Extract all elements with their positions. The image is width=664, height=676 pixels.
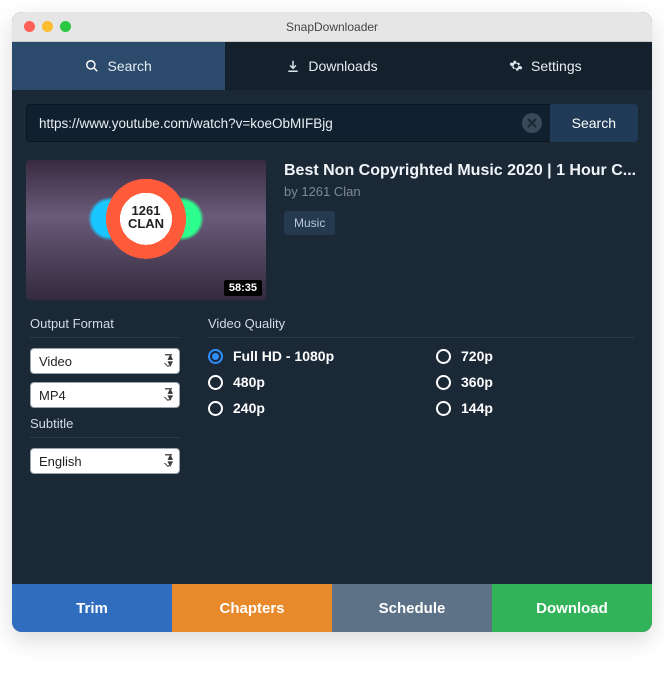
quality-option[interactable]: 720p <box>436 348 634 364</box>
output-format-label: Output Format <box>30 316 180 331</box>
radio-icon <box>208 349 223 364</box>
schedule-button[interactable]: Schedule <box>332 584 492 632</box>
tab-downloads-label: Downloads <box>308 58 377 74</box>
quality-option-label: 480p <box>233 374 265 390</box>
download-icon <box>286 59 300 73</box>
url-input[interactable] <box>26 104 550 142</box>
quality-option-label: 240p <box>233 400 265 416</box>
quality-option[interactable]: 144p <box>436 400 634 416</box>
quality-option-label: 720p <box>461 348 493 364</box>
window-title: SnapDownloader <box>12 20 652 34</box>
quality-option[interactable]: 480p <box>208 374 406 390</box>
subtitle-select[interactable]: English ▴▾ <box>30 448 180 474</box>
video-quality-label: Video Quality <box>208 316 634 331</box>
titlebar: SnapDownloader <box>12 12 652 42</box>
quality-option-label: 144p <box>461 400 493 416</box>
video-duration: 58:35 <box>224 280 262 296</box>
search-bar: Search <box>26 104 638 142</box>
chevron-updown-icon: ▴▾ <box>167 388 173 402</box>
download-button[interactable]: Download <box>492 584 652 632</box>
thumbnail-logo-line2: CLAN <box>26 217 266 230</box>
search-icon <box>85 59 99 73</box>
options-panel: Output Format Video ▴▾ MP4 ▴▾ Subtitle E… <box>12 308 652 482</box>
close-icon <box>527 118 537 128</box>
subtitle-label: Subtitle <box>30 416 180 431</box>
video-title: Best Non Copyrighted Music 2020 | 1 Hour… <box>284 162 638 180</box>
chapters-button[interactable]: Chapters <box>172 584 332 632</box>
radio-icon <box>436 375 451 390</box>
chevron-updown-icon: ▴▾ <box>167 354 173 368</box>
quality-option[interactable]: 360p <box>436 374 634 390</box>
video-result: 1261 CLAN 58:35 Best Non Copyrighted Mus… <box>12 142 652 308</box>
chevron-updown-icon: ▴▾ <box>167 454 173 468</box>
tab-search[interactable]: Search <box>12 42 225 90</box>
search-button[interactable]: Search <box>550 104 638 142</box>
output-type-select[interactable]: Video ▴▾ <box>30 348 180 374</box>
action-bar: Trim Chapters Schedule Download <box>12 584 652 632</box>
quality-option[interactable]: 240p <box>208 400 406 416</box>
radio-icon <box>436 401 451 416</box>
app-window: SnapDownloader Search Downloads Settings… <box>12 12 652 632</box>
main-tabs: Search Downloads Settings <box>12 42 652 90</box>
quality-option-label: Full HD - 1080p <box>233 348 334 364</box>
gear-icon <box>509 59 523 73</box>
radio-icon <box>436 349 451 364</box>
output-container-select[interactable]: MP4 ▴▾ <box>30 382 180 408</box>
clear-input-button[interactable] <box>522 113 542 133</box>
video-author: by 1261 Clan <box>284 184 638 199</box>
quality-options: Full HD - 1080p 720p 480p 360p 240p 144p <box>208 348 634 416</box>
radio-icon <box>208 401 223 416</box>
quality-option-label: 360p <box>461 374 493 390</box>
quality-option[interactable]: Full HD - 1080p <box>208 348 406 364</box>
video-thumbnail[interactable]: 1261 CLAN 58:35 <box>26 160 266 300</box>
trim-button[interactable]: Trim <box>12 584 172 632</box>
tab-settings-label: Settings <box>531 58 582 74</box>
tab-downloads[interactable]: Downloads <box>225 42 438 90</box>
tab-search-label: Search <box>107 58 151 74</box>
tab-settings[interactable]: Settings <box>439 42 652 90</box>
radio-icon <box>208 375 223 390</box>
category-tag[interactable]: Music <box>284 211 335 235</box>
